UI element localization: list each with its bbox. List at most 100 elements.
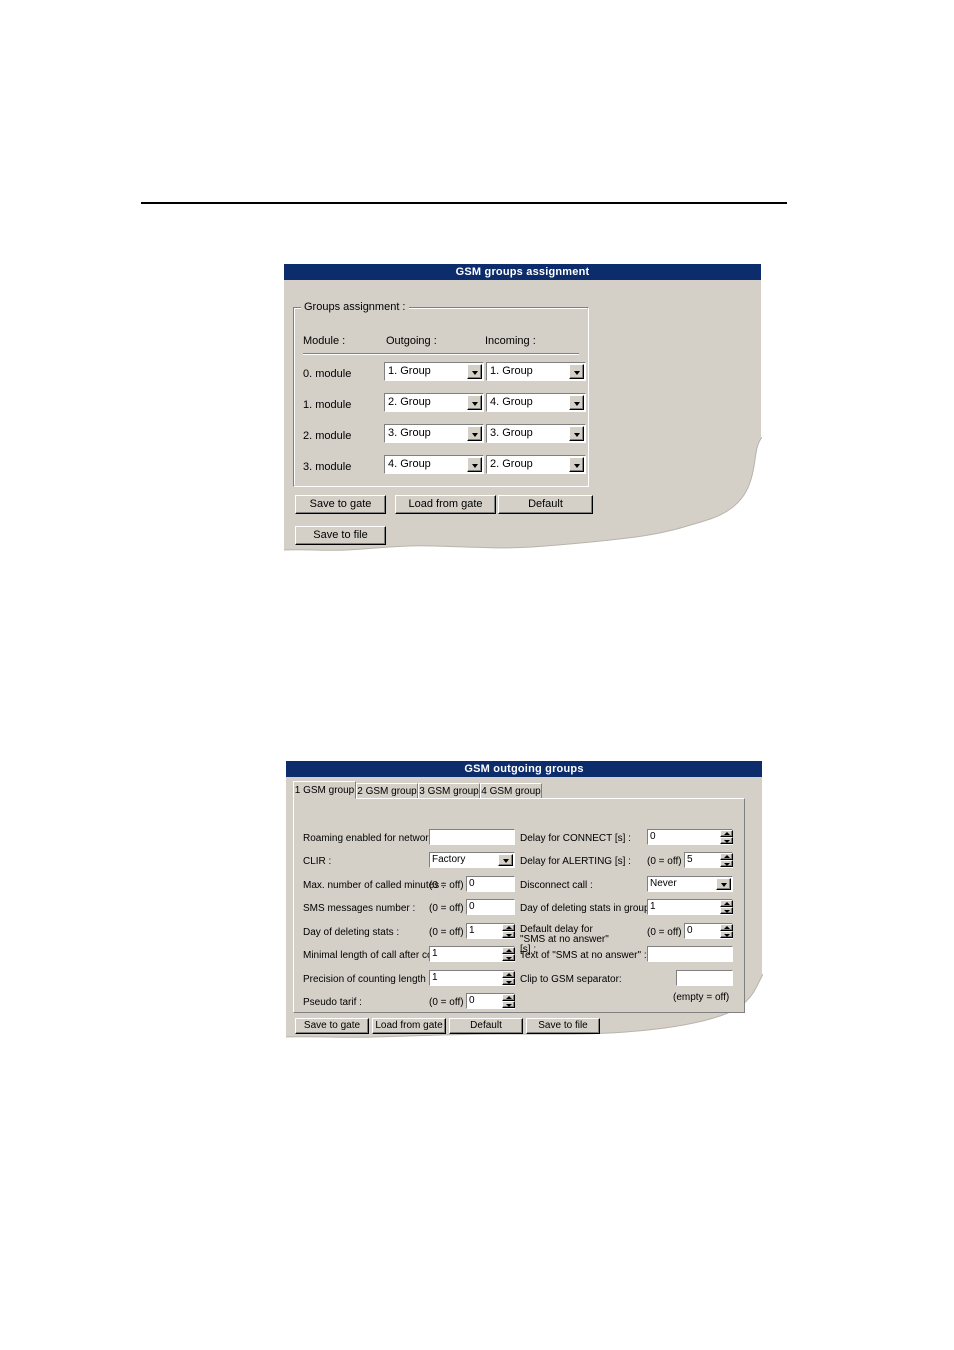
chevron-down-icon[interactable]	[467, 395, 482, 410]
delay-alerting-hint: (0 = off)	[647, 856, 682, 867]
dialog-title-bar: GSM outgoing groups	[286, 761, 762, 777]
text-sms-input[interactable]	[647, 946, 733, 962]
save-to-file-button[interactable]: Save to file	[295, 526, 386, 545]
row-label-module-1: 1. module	[303, 399, 352, 411]
tab-1-gsm-group[interactable]: 1 GSM group	[293, 781, 356, 799]
tab-3-gsm-group[interactable]: 3 GSM group	[418, 783, 480, 799]
clir-value: Factory	[432, 855, 466, 865]
dialog-body: 1 GSM group 2 GSM group 3 GSM group 4 GS…	[286, 777, 763, 1044]
pseudo-tarif-hint: (0 = off)	[429, 997, 464, 1008]
page-header-rule	[141, 202, 787, 204]
delay-alerting-stepper[interactable]	[720, 853, 733, 867]
chevron-down-icon[interactable]	[569, 426, 584, 441]
save-to-gate-button[interactable]: Save to gate	[295, 1018, 369, 1034]
stepper-up-icon[interactable]	[502, 947, 515, 954]
delay-connect-label: Delay for CONNECT [s] :	[520, 833, 631, 844]
precision-stepper[interactable]	[502, 971, 515, 985]
chevron-down-icon[interactable]	[569, 364, 584, 379]
gsm-outgoing-groups-dialog: GSM outgoing groups 1 GSM group 2 GSM gr…	[286, 761, 763, 1044]
chevron-down-icon[interactable]	[569, 395, 584, 410]
save-to-gate-button[interactable]: Save to gate	[295, 495, 386, 514]
stepper-down-icon[interactable]	[502, 931, 515, 938]
day-delete-stats-stepper[interactable]	[502, 924, 515, 938]
disconnect-call-label: Disconnect call :	[520, 880, 593, 891]
chevron-down-icon[interactable]	[467, 426, 482, 441]
clir-label: CLIR :	[303, 856, 332, 867]
day-delete-group-stepper[interactable]	[720, 900, 733, 914]
column-header-outgoing: Outgoing :	[386, 335, 437, 347]
outgoing-group-select-2[interactable]: 3. Group	[384, 424, 484, 443]
roaming-label: Roaming enabled for network :	[303, 833, 440, 844]
disconnect-call-select[interactable]: Never	[647, 876, 733, 892]
chevron-down-icon[interactable]	[498, 854, 513, 866]
chevron-down-icon[interactable]	[467, 364, 482, 379]
incoming-group-value-2: 3. Group	[490, 428, 533, 439]
day-delete-stats-label: Day of deleting stats :	[303, 927, 400, 938]
clip-separator-input[interactable]	[676, 970, 733, 986]
default-button[interactable]: Default	[498, 495, 593, 514]
sms-number-label: SMS messages number :	[303, 903, 416, 914]
load-from-gate-button[interactable]: Load from gate	[372, 1018, 446, 1034]
gsm-group-tabstrip: 1 GSM group 2 GSM group 3 GSM group 4 GS…	[293, 781, 753, 799]
clip-separator-label: Clip to GSM separator:	[520, 974, 622, 985]
min-length-stepper[interactable]	[502, 947, 515, 961]
stepper-up-icon[interactable]	[502, 994, 515, 1001]
stepper-up-icon[interactable]	[720, 900, 733, 907]
empty-off-note: (empty = off)	[673, 992, 730, 1003]
default-delay-sms-hint: (0 = off)	[647, 927, 682, 938]
row-label-module-3: 3. module	[303, 461, 352, 473]
groupbox-title: Groups assignment :	[301, 301, 409, 313]
default-button[interactable]: Default	[449, 1018, 523, 1034]
max-minutes-input[interactable]: 0	[466, 876, 515, 892]
stepper-down-icon[interactable]	[720, 907, 733, 914]
stepper-down-icon[interactable]	[502, 978, 515, 985]
row-label-module-2: 2. module	[303, 430, 352, 442]
dialog-title: GSM outgoing groups	[464, 763, 584, 775]
disconnect-call-value: Never	[650, 879, 677, 889]
default-delay-sms-stepper[interactable]	[720, 924, 733, 938]
roaming-input[interactable]	[429, 829, 515, 845]
stepper-up-icon[interactable]	[720, 924, 733, 931]
text-sms-label: Text of "SMS at no answer" :	[520, 950, 647, 961]
sms-number-input[interactable]: 0	[466, 899, 515, 915]
pseudo-tarif-label: Pseudo tarif :	[303, 997, 362, 1008]
outgoing-group-value-3: 4. Group	[388, 459, 431, 470]
incoming-group-select-2[interactable]: 3. Group	[486, 424, 586, 443]
pseudo-tarif-stepper[interactable]	[502, 994, 515, 1008]
outgoing-group-select-0[interactable]: 1. Group	[384, 362, 484, 381]
outgoing-group-value-2: 3. Group	[388, 428, 431, 439]
stepper-up-icon[interactable]	[720, 830, 733, 837]
day-delete-group-label: Day of deleting stats in group :	[520, 903, 656, 914]
incoming-group-select-3[interactable]: 2. Group	[486, 455, 586, 474]
stepper-down-icon[interactable]	[502, 1001, 515, 1008]
chevron-down-icon[interactable]	[569, 457, 584, 472]
tab-4-gsm-group[interactable]: 4 GSM group	[480, 783, 542, 799]
chevron-down-icon[interactable]	[716, 878, 731, 890]
stepper-down-icon[interactable]	[720, 837, 733, 844]
column-header-module: Module :	[303, 335, 346, 347]
outgoing-group-select-1[interactable]: 2. Group	[384, 393, 484, 412]
delay-connect-stepper[interactable]	[720, 830, 733, 844]
stepper-down-icon[interactable]	[502, 954, 515, 961]
stepper-down-icon[interactable]	[720, 860, 733, 867]
outgoing-group-select-3[interactable]: 4. Group	[384, 455, 484, 474]
gsm-groups-assignment-dialog: GSM groups assignment Groups assignment …	[284, 264, 762, 557]
row-label-module-0: 0. module	[303, 368, 352, 380]
clir-select[interactable]: Factory	[429, 852, 515, 868]
max-minutes-hint: (0 = off)	[429, 880, 464, 891]
header-separator	[303, 353, 579, 355]
save-to-file-button[interactable]: Save to file	[526, 1018, 600, 1034]
stepper-up-icon[interactable]	[502, 924, 515, 931]
stepper-down-icon[interactable]	[720, 931, 733, 938]
dialog-body: Groups assignment : Module : Outgoing : …	[284, 280, 762, 557]
stepper-up-icon[interactable]	[720, 853, 733, 860]
chevron-down-icon[interactable]	[467, 457, 482, 472]
load-from-gate-button[interactable]: Load from gate	[395, 495, 496, 514]
incoming-group-select-1[interactable]: 4. Group	[486, 393, 586, 412]
tab-2-gsm-group[interactable]: 2 GSM group	[356, 783, 418, 799]
day-delete-stats-hint: (0 = off)	[429, 927, 464, 938]
incoming-group-select-0[interactable]: 1. Group	[486, 362, 586, 381]
stepper-up-icon[interactable]	[502, 971, 515, 978]
column-header-incoming: Incoming :	[485, 335, 536, 347]
outgoing-group-value-1: 2. Group	[388, 397, 431, 408]
